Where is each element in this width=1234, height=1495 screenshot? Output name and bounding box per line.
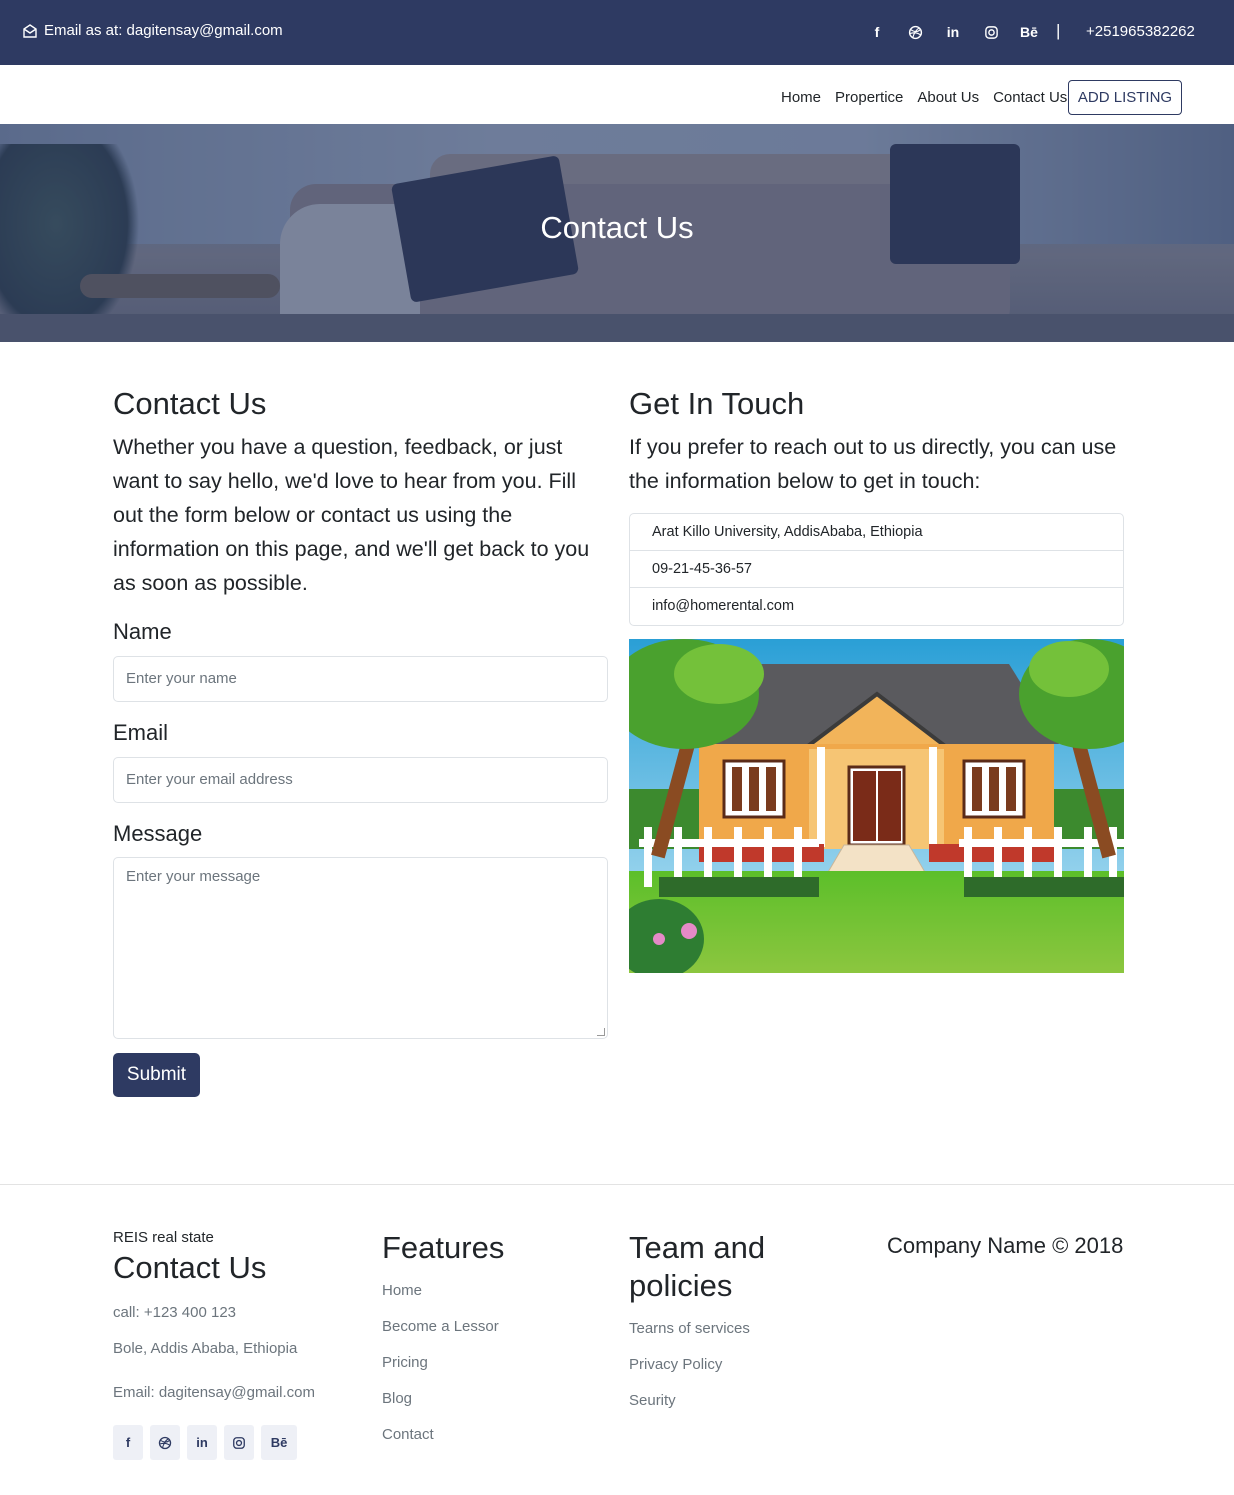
house-image bbox=[629, 639, 1124, 973]
feature-link-pricing[interactable]: Pricing bbox=[382, 1354, 428, 1371]
name-input[interactable]: Enter your name bbox=[113, 656, 608, 702]
house-illustration bbox=[629, 639, 1124, 973]
team-link-privacy[interactable]: Privacy Policy bbox=[629, 1356, 722, 1373]
touch-heading: Get In Touch bbox=[629, 386, 805, 421]
top-email-text: Email as at: dagitensay@gmail.com bbox=[44, 22, 283, 39]
footer-contact-heading: Contact Us bbox=[113, 1250, 267, 1285]
behance-icon[interactable]: Bē bbox=[1010, 20, 1048, 44]
top-phone[interactable]: +251965382262 bbox=[1086, 23, 1195, 40]
dribbble-icon[interactable] bbox=[150, 1425, 180, 1460]
nav-link-home[interactable]: Home bbox=[774, 89, 828, 106]
info-email[interactable]: info@homerental.com bbox=[630, 588, 1123, 625]
feature-link-contact[interactable]: Contact bbox=[382, 1426, 434, 1443]
linkedin-icon[interactable]: in bbox=[934, 20, 972, 44]
feature-link-home[interactable]: Home bbox=[382, 1282, 422, 1299]
footer-divider bbox=[0, 1184, 1234, 1185]
footer-socials: f in Bē bbox=[113, 1425, 297, 1460]
add-listing-button[interactable]: ADD LISTING bbox=[1068, 80, 1182, 115]
email-label: Email bbox=[113, 720, 169, 745]
top-email[interactable]: Email as at: dagitensay@gmail.com bbox=[22, 22, 283, 39]
team-heading: Team and policies bbox=[629, 1230, 766, 1303]
contact-heading: Contact Us bbox=[113, 386, 267, 421]
footer-copyright: Company Name © 2018 bbox=[887, 1233, 1124, 1258]
top-socials: f in Bē bbox=[858, 20, 1048, 44]
main-nav: Home Propertice About Us Contact Us ADD … bbox=[0, 65, 1234, 124]
nav-links: Home Propertice About Us Contact Us bbox=[774, 89, 1074, 106]
nav-link-about[interactable]: About Us bbox=[910, 89, 986, 106]
features-heading: Features bbox=[382, 1230, 505, 1265]
instagram-icon[interactable] bbox=[972, 20, 1010, 44]
nav-link-contact[interactable]: Contact Us bbox=[986, 89, 1074, 106]
resize-handle[interactable] bbox=[597, 1028, 605, 1036]
touch-intro-text: If you prefer to reach out to us directl… bbox=[629, 435, 1117, 493]
footer-team: Team and policies Tearns of services Pri… bbox=[629, 1229, 829, 1419]
facebook-icon[interactable]: f bbox=[113, 1425, 143, 1460]
behance-icon[interactable]: Bē bbox=[261, 1425, 297, 1460]
envelope-open-icon bbox=[23, 23, 37, 38]
footer-contact: REIS real state Contact Us call: +123 40… bbox=[113, 1229, 315, 1401]
message-textarea[interactable]: Enter your message bbox=[113, 857, 608, 1039]
footer-address: Bole, Addis Ababa, Ethiopia bbox=[113, 1340, 298, 1357]
email-input[interactable]: Enter your email address bbox=[113, 757, 608, 803]
message-label: Message bbox=[113, 821, 203, 846]
info-address: Arat Killo University, AddisAbaba, Ethio… bbox=[630, 514, 1123, 551]
hero-banner: Contact Us bbox=[0, 124, 1234, 342]
submit-button[interactable]: Submit bbox=[113, 1053, 200, 1097]
instagram-icon[interactable] bbox=[224, 1425, 254, 1460]
feature-link-blog[interactable]: Blog bbox=[382, 1390, 412, 1407]
footer-brand: REIS real state bbox=[113, 1229, 214, 1246]
nav-link-properties[interactable]: Propertice bbox=[828, 89, 910, 106]
contact-info-list: Arat Killo University, AddisAbaba, Ethio… bbox=[629, 513, 1124, 626]
footer-features: Features Home Become a Lessor Pricing Bl… bbox=[382, 1229, 582, 1459]
facebook-icon[interactable]: f bbox=[858, 20, 896, 44]
dribbble-icon[interactable] bbox=[896, 20, 934, 44]
team-link-security[interactable]: Seurity bbox=[629, 1392, 676, 1409]
top-separator: | bbox=[1056, 21, 1061, 40]
hero-title: Contact Us bbox=[540, 210, 694, 245]
name-label: Name bbox=[113, 619, 172, 644]
info-phone[interactable]: 09-21-45-36-57 bbox=[630, 551, 1123, 588]
footer-email[interactable]: Email: dagitensay@gmail.com bbox=[113, 1384, 315, 1401]
team-link-terms[interactable]: Tearns of services bbox=[629, 1320, 750, 1337]
message-placeholder: Enter your message bbox=[126, 868, 261, 885]
top-bar: Email as at: dagitensay@gmail.com f in B… bbox=[0, 0, 1234, 65]
get-in-touch: Get In Touch If you prefer to reach out … bbox=[629, 385, 1124, 498]
feature-link-lessor[interactable]: Become a Lessor bbox=[382, 1318, 499, 1335]
contact-intro-text: Whether you have a question, feedback, o… bbox=[113, 435, 590, 595]
linkedin-icon[interactable]: in bbox=[187, 1425, 217, 1460]
footer-call[interactable]: call: +123 400 123 bbox=[113, 1304, 236, 1321]
contact-intro: Contact Us Whether you have a question, … bbox=[113, 385, 608, 600]
